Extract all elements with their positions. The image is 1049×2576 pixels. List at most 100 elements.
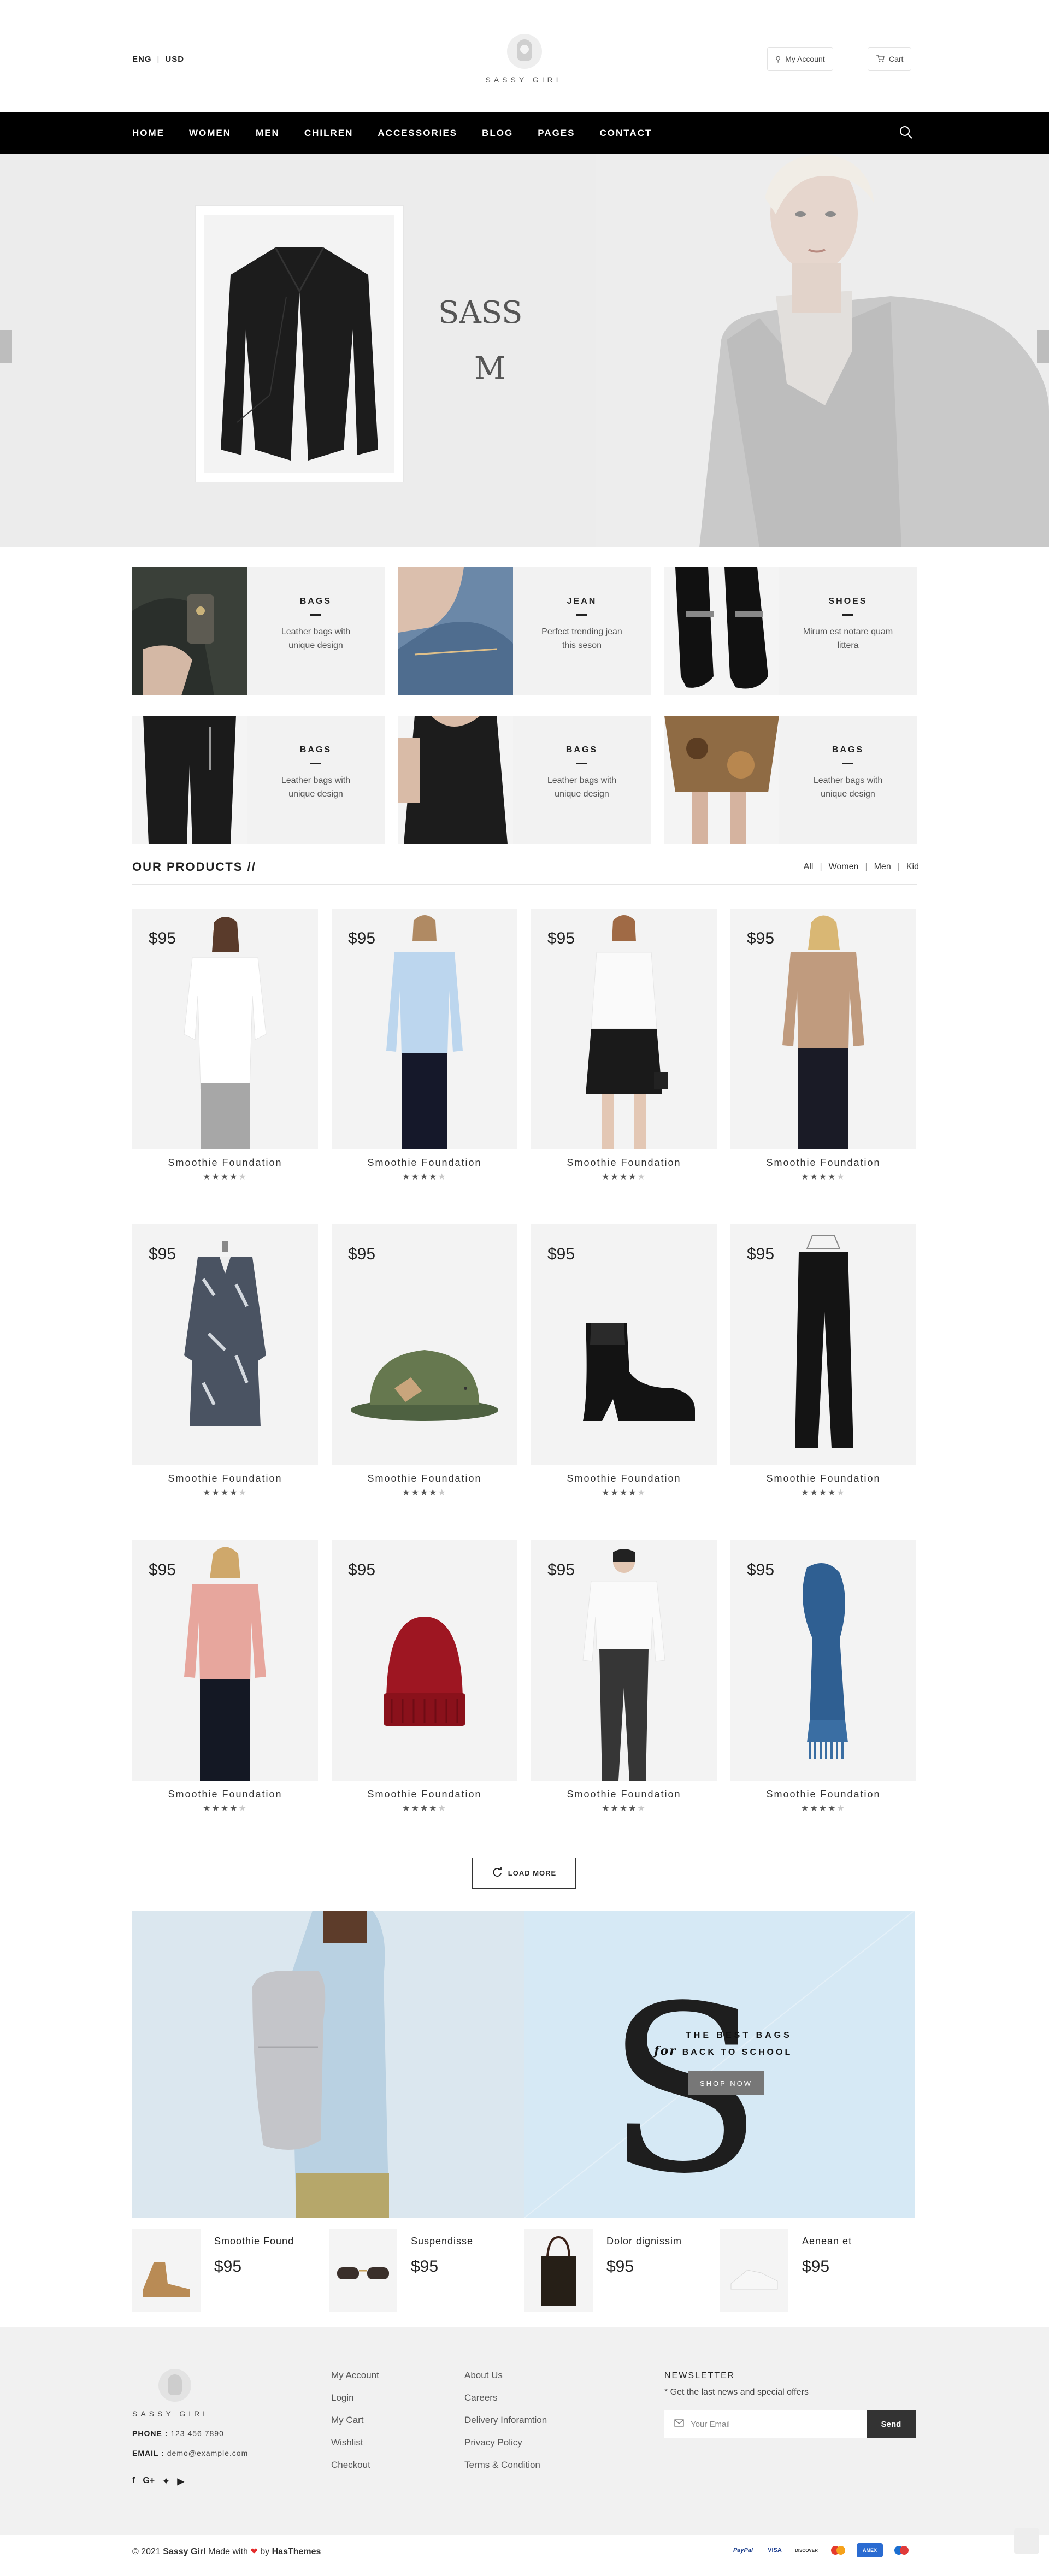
copyright-brand[interactable]: Sassy Girl: [163, 2547, 205, 2556]
nav-men[interactable]: MEN: [256, 128, 280, 139]
product-name[interactable]: Smoothie Foundation: [132, 1789, 318, 1800]
footer-link-my-cart[interactable]: My Cart: [331, 2415, 379, 2426]
back-to-top-button[interactable]: [1014, 2528, 1039, 2554]
product-name[interactable]: Smoothie Foundation: [332, 1157, 517, 1169]
footer-link-privacy-policy[interactable]: Privacy Policy: [464, 2437, 547, 2448]
amex-icon: AMEX: [857, 2543, 883, 2557]
product-card[interactable]: $95: [730, 1540, 916, 1781]
my-account-button[interactable]: ⚲ My Account: [767, 47, 833, 71]
product-card[interactable]: $95: [730, 1224, 916, 1465]
cart-icon: [876, 54, 885, 64]
category-card-jean[interactable]: JEAN Perfect trending jean this seson: [398, 567, 651, 695]
currency-selector[interactable]: USD: [165, 55, 184, 64]
product-card[interactable]: $95: [531, 1540, 717, 1781]
google-plus-icon[interactable]: G+: [143, 2476, 155, 2487]
nav-women[interactable]: WOMEN: [189, 128, 231, 139]
made-with-text: Made with: [208, 2547, 248, 2556]
product-name[interactable]: Smoothie Foundation: [132, 1473, 318, 1484]
newsletter-email-input[interactable]: Your Email: [664, 2410, 867, 2438]
newsletter-send-button[interactable]: Send: [867, 2410, 916, 2438]
nav-accessories[interactable]: ACCESSORIES: [378, 128, 457, 139]
product-card[interactable]: $95: [730, 909, 916, 1149]
star-icon-empty: ★: [836, 1172, 846, 1182]
mini-product-price: $95: [411, 2257, 439, 2276]
category-title: BAGS: [565, 745, 598, 754]
author-link[interactable]: HasThemes: [272, 2547, 321, 2556]
product-card[interactable]: $95: [332, 1540, 517, 1781]
footer-phone: PHONE : 123 456 7890: [132, 2429, 224, 2438]
banner-promo[interactable]: S THE BEST BAGS for BACK TO SCHOOL SHOP N…: [524, 1911, 915, 2218]
footer-link-careers[interactable]: Careers: [464, 2392, 547, 2403]
main-navigation: HOME WOMEN MEN CHILREN ACCESSORIES BLOG …: [0, 112, 1049, 154]
mini-product[interactable]: Aenean et $95: [720, 2229, 900, 2312]
category-card-bags-3[interactable]: BAGS Leather bags with unique design: [398, 716, 651, 844]
product-card[interactable]: $95: [132, 909, 318, 1149]
product-name[interactable]: Smoothie Foundation: [132, 1157, 318, 1169]
footer-link-my-account[interactable]: My Account: [331, 2370, 379, 2381]
footer-link-delivery-information[interactable]: Delivery Inforamtion: [464, 2415, 547, 2426]
category-card-bags[interactable]: BAGS Leather bags with unique design: [132, 567, 385, 695]
product-filter: All | Women | Men | Kid: [771, 862, 919, 872]
load-more-button[interactable]: LOAD MORE: [472, 1858, 576, 1889]
product-name[interactable]: Smoothie Foundation: [730, 1789, 916, 1800]
product-name[interactable]: Smoothie Foundation: [531, 1157, 717, 1169]
category-card-bags-2[interactable]: BAGS Leather bags with unique design: [132, 716, 385, 844]
nav-pages[interactable]: PAGES: [538, 128, 575, 139]
mini-product[interactable]: Smoothie Found $95: [132, 2229, 313, 2312]
product-card[interactable]: $95: [332, 1224, 517, 1465]
product-price: $95: [747, 929, 775, 947]
filter-kid[interactable]: Kid: [906, 862, 919, 872]
product-name[interactable]: Smoothie Foundation: [332, 1473, 517, 1484]
category-card-shoes[interactable]: SHOES Mirum est notare quam littera: [664, 567, 917, 695]
product-card[interactable]: $95: [531, 1224, 717, 1465]
footer-link-about-us[interactable]: About Us: [464, 2370, 547, 2381]
product-name[interactable]: Smoothie Foundation: [332, 1789, 517, 1800]
facebook-icon[interactable]: f: [132, 2476, 135, 2487]
footer-logo[interactable]: SASSY GIRL: [132, 2369, 220, 2418]
filter-women[interactable]: Women: [829, 862, 859, 872]
product-price: $95: [747, 1245, 775, 1263]
product-card[interactable]: $95: [531, 909, 717, 1149]
shop-now-button[interactable]: SHOP NOW: [688, 2071, 764, 2095]
footer-link-login[interactable]: Login: [331, 2392, 379, 2403]
nav-contact[interactable]: CONTACT: [600, 128, 652, 139]
social-links: f G+ ✦ ▶: [132, 2476, 184, 2487]
language-selector[interactable]: ENG: [132, 55, 152, 64]
category-image: [132, 716, 247, 844]
product-name[interactable]: Smoothie Foundation: [730, 1473, 916, 1484]
twitter-icon[interactable]: ✦: [162, 2476, 169, 2487]
product-card[interactable]: $95: [132, 1540, 318, 1781]
product-rating: ★★★★★: [332, 1487, 517, 1498]
nav-blog[interactable]: BLOG: [482, 128, 513, 139]
search-icon[interactable]: [899, 125, 913, 139]
category-card-bags-4[interactable]: BAGS Leather bags with unique design: [664, 716, 917, 844]
mini-product[interactable]: Suspendisse $95: [329, 2229, 509, 2312]
category-image: [398, 567, 513, 695]
product-price: $95: [547, 1245, 575, 1263]
site-logo[interactable]: SASSY GIRL: [470, 34, 579, 84]
product-card[interactable]: $95: [132, 1224, 318, 1465]
cart-button[interactable]: Cart: [868, 47, 912, 71]
footer-link-wishlist[interactable]: Wishlist: [331, 2437, 379, 2448]
footer-link-checkout[interactable]: Checkout: [331, 2460, 379, 2471]
filter-all[interactable]: All: [804, 862, 814, 872]
star-icon: ★★★★: [203, 1804, 239, 1813]
hero-prev-arrow[interactable]: [0, 330, 12, 363]
product-name[interactable]: Smoothie Foundation: [531, 1789, 717, 1800]
filter-men[interactable]: Men: [874, 862, 891, 872]
category-description: Perfect trending jean this seson: [541, 627, 622, 650]
banner-backpack-image[interactable]: [132, 1911, 524, 2218]
hero-next-arrow[interactable]: [1037, 330, 1049, 363]
mini-product[interactable]: Dolor dignissim $95: [524, 2229, 705, 2312]
product-name[interactable]: Smoothie Foundation: [531, 1473, 717, 1484]
category-title: BAGS: [299, 597, 332, 606]
nav-home[interactable]: HOME: [132, 128, 164, 139]
nav-children[interactable]: CHILREN: [304, 128, 353, 139]
product-name[interactable]: Smoothie Foundation: [730, 1157, 916, 1169]
product-card[interactable]: $95: [332, 909, 517, 1149]
footer-link-terms[interactable]: Terms & Condition: [464, 2460, 547, 2471]
banner-subheadline-text: BACK TO SCHOOL: [682, 2048, 793, 2057]
star-icon: ★★★★: [602, 1172, 638, 1182]
email-value[interactable]: demo@example.com: [167, 2449, 249, 2457]
youtube-icon[interactable]: ▶: [178, 2476, 184, 2487]
